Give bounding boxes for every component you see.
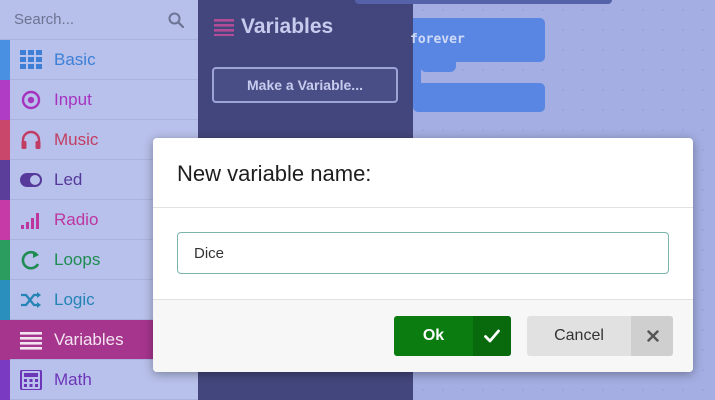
category-color-stripe — [0, 280, 10, 320]
flyout-title: Variables — [241, 15, 334, 38]
forever-block-label: forever — [410, 32, 465, 47]
dialog-title: New variable name: — [177, 161, 372, 186]
calculator-icon — [20, 370, 42, 390]
category-label: Led — [54, 170, 83, 189]
ok-icon-box — [473, 316, 511, 356]
category-color-stripe — [0, 360, 10, 400]
lines-icon — [214, 19, 234, 36]
category-input[interactable]: Input — [0, 80, 198, 120]
category-color-stripe — [0, 200, 10, 240]
category-label: Loops — [54, 250, 101, 269]
code-block[interactable] — [355, 0, 612, 4]
variable-name-input[interactable] — [177, 232, 669, 274]
forever-block-notch — [420, 62, 456, 72]
forever-block-bottom — [413, 83, 545, 112]
search-icon[interactable] — [168, 12, 184, 28]
loop-arrow-icon — [21, 250, 40, 270]
category-color-stripe — [0, 80, 10, 120]
category-color-stripe — [0, 320, 10, 360]
category-color-stripe — [0, 40, 10, 80]
search-input[interactable]: Search... — [14, 11, 74, 28]
category-label: Input — [54, 90, 92, 109]
cancel-button[interactable]: Cancel — [527, 316, 673, 356]
make-variable-button[interactable]: Make a Variable... — [212, 67, 398, 103]
target-circle-icon — [21, 90, 41, 110]
category-label: Logic — [54, 290, 95, 309]
shuffle-icon — [21, 292, 41, 308]
close-icon — [647, 330, 659, 342]
ok-button-label: Ok — [422, 327, 445, 344]
dialog-header: New variable name: — [153, 138, 693, 208]
category-label: Music — [54, 130, 99, 149]
grid-icon — [20, 50, 42, 69]
cancel-icon-box — [631, 316, 673, 356]
search-bar[interactable]: Search... — [0, 0, 198, 40]
signal-bars-icon — [21, 213, 39, 229]
checkmark-icon — [484, 329, 500, 343]
category-color-stripe — [0, 240, 10, 280]
headphones-icon — [21, 130, 41, 149]
cancel-button-label: Cancel — [554, 327, 604, 344]
category-label: Math — [54, 370, 92, 389]
category-label: Variables — [54, 330, 124, 349]
category-basic[interactable]: Basic — [0, 40, 198, 80]
category-color-stripe — [0, 160, 10, 200]
category-label: Radio — [54, 210, 99, 229]
new-variable-dialog: New variable name: Ok Cancel — [153, 138, 693, 372]
toggle-icon — [20, 173, 42, 187]
ok-button[interactable]: Ok — [394, 316, 511, 356]
lines-icon — [20, 332, 42, 350]
category-color-stripe — [0, 120, 10, 160]
category-label: Basic — [54, 50, 96, 69]
